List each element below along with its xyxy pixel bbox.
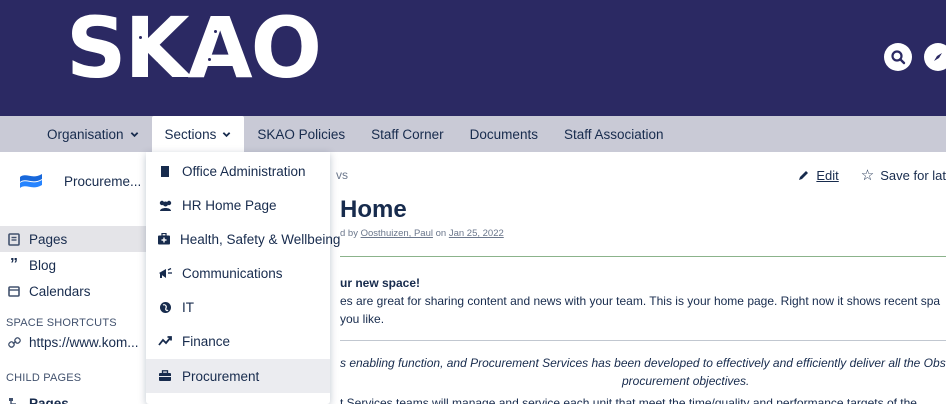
sidebar-item-calendars[interactable]: Calendars	[0, 278, 150, 304]
child-item-pages[interactable]: Pages	[0, 390, 150, 404]
menu-item-hr-home-page[interactable]: HR Home Page	[146, 188, 330, 222]
welcome-heading: ur new space!	[340, 276, 421, 290]
nav-skao-policies[interactable]: SKAO Policies	[244, 116, 358, 152]
nav-organisation[interactable]: Organisation	[34, 116, 152, 152]
skao-logo[interactable]: SK A O	[66, 6, 322, 90]
save-for-later-button[interactable]: ☆ Save for lat	[861, 166, 946, 184]
star-icon: ☆	[860, 167, 875, 184]
menu-item-office-administration[interactable]: Office Administration	[146, 154, 330, 188]
author-link[interactable]: Oosthuizen, Paul	[361, 228, 433, 239]
space-sidebar: Procureme... Pages ” Blog Calendars SPAC…	[0, 152, 150, 404]
nav-documents[interactable]: Documents	[457, 116, 551, 152]
byline-on: on	[435, 228, 447, 239]
page-title: Home	[340, 196, 407, 223]
nav-staff-corner[interactable]: Staff Corner	[358, 116, 457, 152]
shortcut-label: https://www.kom...	[29, 334, 139, 350]
confluence-logo-icon	[20, 174, 42, 188]
logo-dot	[154, 62, 158, 65]
menu-item-label: IT	[182, 299, 194, 315]
pencil-icon	[799, 170, 809, 180]
logo-dot	[207, 58, 211, 61]
child-pages-heading: CHILD PAGES	[6, 372, 82, 384]
menu-item-label: HR Home Page	[182, 197, 277, 213]
site-banner: SK A O	[0, 0, 946, 116]
space-header[interactable]: Procureme...	[18, 168, 141, 194]
mission-text: procurement objectives.	[622, 374, 750, 388]
first-aid-icon	[157, 233, 171, 245]
megaphone-icon	[157, 267, 173, 280]
document-icon	[157, 165, 173, 178]
divider	[340, 256, 946, 257]
breadcrumb[interactable]: vs	[336, 168, 348, 182]
chevron-down-icon	[130, 131, 138, 137]
main-navigation: Organisation Sections SKAO Policies Staf…	[0, 116, 946, 152]
nav-organisation-label: Organisation	[47, 126, 124, 142]
date-link[interactable]: Jan 25, 2022	[449, 228, 504, 239]
menu-item-health-safety[interactable]: Health, Safety & Wellbeing	[146, 222, 340, 256]
menu-item-finance[interactable]: Finance	[146, 324, 330, 358]
menu-item-procurement[interactable]: Procurement	[146, 359, 330, 393]
edit-button[interactable]: Edit	[797, 166, 839, 184]
globe-icon	[157, 301, 173, 314]
shortcut-link[interactable]: https://www.kom...	[0, 329, 150, 355]
sidebar-item-pages[interactable]: Pages	[0, 226, 150, 252]
menu-item-label: Health, Safety & Wellbeing	[180, 231, 341, 247]
sections-dropdown-menu: Office Administration HR Home Page Healt…	[146, 152, 340, 404]
header-actions	[884, 43, 946, 71]
logo-dot	[138, 36, 142, 39]
users-icon	[157, 199, 173, 212]
menu-item-communications[interactable]: Communications	[146, 256, 330, 290]
logo-letter-k-text: K	[124, 0, 190, 97]
tree-icon	[6, 397, 22, 404]
mission-text: s enabling function, and Procurement Ser…	[340, 356, 946, 370]
child-item-label: Pages	[29, 395, 69, 404]
nav-staff-corner-label: Staff Corner	[371, 126, 444, 142]
sidebar-item-blog[interactable]: ” Blog	[0, 252, 150, 278]
save-label: Save for lat	[880, 167, 946, 183]
menu-item-label: Communications	[182, 265, 283, 281]
logo-letter-s: S	[66, 0, 126, 97]
sidebar-item-label: Blog	[29, 257, 57, 273]
nav-staff-association-label: Staff Association	[563, 126, 664, 142]
space-shortcuts-heading: SPACE SHORTCUTS	[6, 317, 117, 329]
nav-sections-label: Sections	[164, 126, 217, 142]
link-icon	[6, 336, 22, 349]
edit-label: Edit	[816, 167, 839, 183]
byline-prefix: d by	[340, 228, 358, 239]
nav-skao-policies-label: SKAO Policies	[257, 126, 346, 142]
page-actions: Edit ☆ Save for lat	[797, 166, 946, 184]
nav-documents-label: Documents	[469, 126, 538, 142]
menu-item-label: Office Administration	[182, 163, 306, 179]
menu-item-label: Procurement	[182, 368, 260, 384]
logo-letter-a-text: A	[187, 0, 253, 97]
menu-item-label: Finance	[182, 333, 231, 349]
search-icon[interactable]	[884, 43, 912, 71]
logo-letter-o: O	[250, 0, 322, 97]
trend-icon	[157, 336, 173, 346]
intro-text: you like.	[340, 312, 385, 326]
quote-icon: ”	[10, 256, 18, 273]
menu-item-it[interactable]: IT	[146, 290, 330, 324]
compass-icon[interactable]	[924, 43, 946, 71]
sidebar-item-label: Calendars	[29, 283, 91, 299]
calendar-icon	[6, 285, 22, 297]
chevron-down-icon	[223, 131, 231, 137]
logo-letter-a: A	[188, 6, 253, 90]
sidebar-item-label: Pages	[29, 231, 68, 247]
pages-icon	[6, 232, 22, 246]
logo-dot	[213, 30, 217, 33]
briefcase-icon	[157, 370, 173, 382]
logo-letter-k: K	[125, 6, 190, 90]
divider	[340, 340, 946, 341]
page-byline: d by Oosthuizen, Paul on Jan 25, 2022	[340, 228, 504, 239]
intro-text: es are great for sharing content and new…	[340, 294, 941, 308]
nav-staff-association[interactable]: Staff Association	[551, 116, 677, 152]
body-text: t Services teams will manage and service…	[340, 396, 917, 404]
space-name: Procureme...	[64, 173, 142, 189]
nav-sections[interactable]: Sections	[151, 116, 245, 152]
